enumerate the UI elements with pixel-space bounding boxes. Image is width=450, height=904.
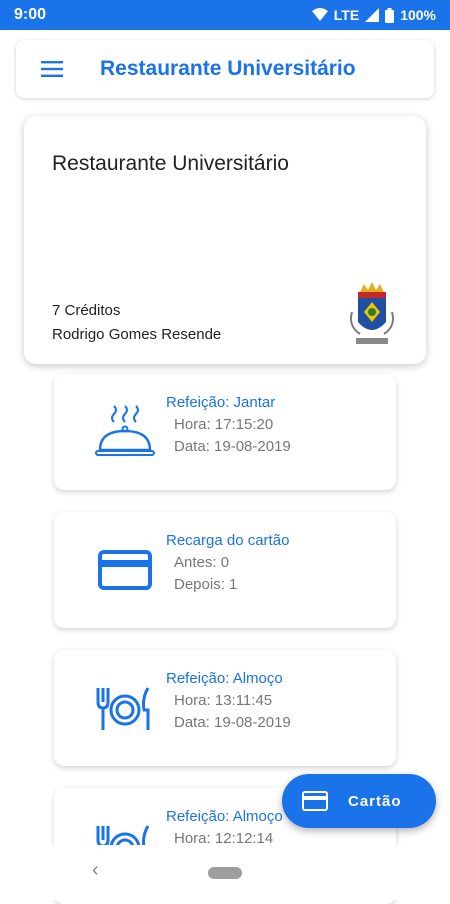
transaction-time: Hora: 17:15:20 (174, 416, 274, 433)
credits-count: 7 Créditos (52, 302, 121, 319)
transaction-title: Refeição: Jantar (166, 394, 276, 411)
network-label: LTE (333, 7, 360, 23)
wifi-icon (311, 8, 328, 21)
card-fab-button[interactable]: Cartão (282, 774, 436, 828)
back-icon[interactable]: ‹ (92, 859, 99, 882)
cloche-icon (95, 405, 155, 456)
battery-icon (385, 7, 395, 23)
menu-button[interactable] (34, 51, 70, 87)
credit-card-icon (98, 550, 152, 590)
status-time: 9:00 (14, 6, 47, 23)
signal-icon (365, 8, 380, 22)
transaction-title: Refeição: Almoço (166, 808, 283, 825)
credit-card-icon (302, 791, 328, 811)
restaurant-title: Restaurante Universitário (52, 152, 289, 175)
transaction-card-recharge[interactable]: Recarga do cartão Antes: 0 Depois: 1 (54, 512, 396, 628)
system-nav-bar: ‹ (0, 845, 450, 900)
home-pill[interactable] (208, 867, 242, 879)
transaction-title: Refeição: Almoço (166, 670, 283, 687)
app-title: Restaurante Universitário (100, 57, 356, 80)
transaction-time: Hora: 13:11:45 (174, 692, 273, 709)
transaction-date: Data: 19-08-2019 (174, 438, 291, 455)
status-icons: LTE 100% (311, 7, 436, 23)
status-bar: 9:00 LTE 100% (0, 0, 450, 30)
transaction-date: Data: 19-08-2019 (174, 714, 291, 731)
university-crest-icon (350, 282, 394, 344)
app-bar: Restaurante Universitário (16, 40, 434, 98)
balance-after: Depois: 1 (174, 576, 238, 593)
transaction-card-lunch[interactable]: Refeição: Almoço Hora: 13:11:45 Data: 19… (54, 650, 396, 766)
transaction-card-dinner[interactable]: Refeição: Jantar Hora: 17:15:20 Data: 19… (54, 374, 396, 490)
user-name: Rodrigo Gomes Resende (52, 326, 222, 343)
battery-label: 100% (400, 7, 436, 23)
plate-cutlery-icon (96, 687, 150, 730)
transaction-title: Recarga do cartão (166, 532, 290, 549)
balance-before: Antes: 0 (174, 554, 230, 571)
restaurant-card[interactable]: Restaurante Universitário 7 Créditos Rod… (24, 116, 426, 364)
card-fab-label: Cartão (348, 792, 402, 810)
hamburger-menu-icon (41, 61, 63, 77)
